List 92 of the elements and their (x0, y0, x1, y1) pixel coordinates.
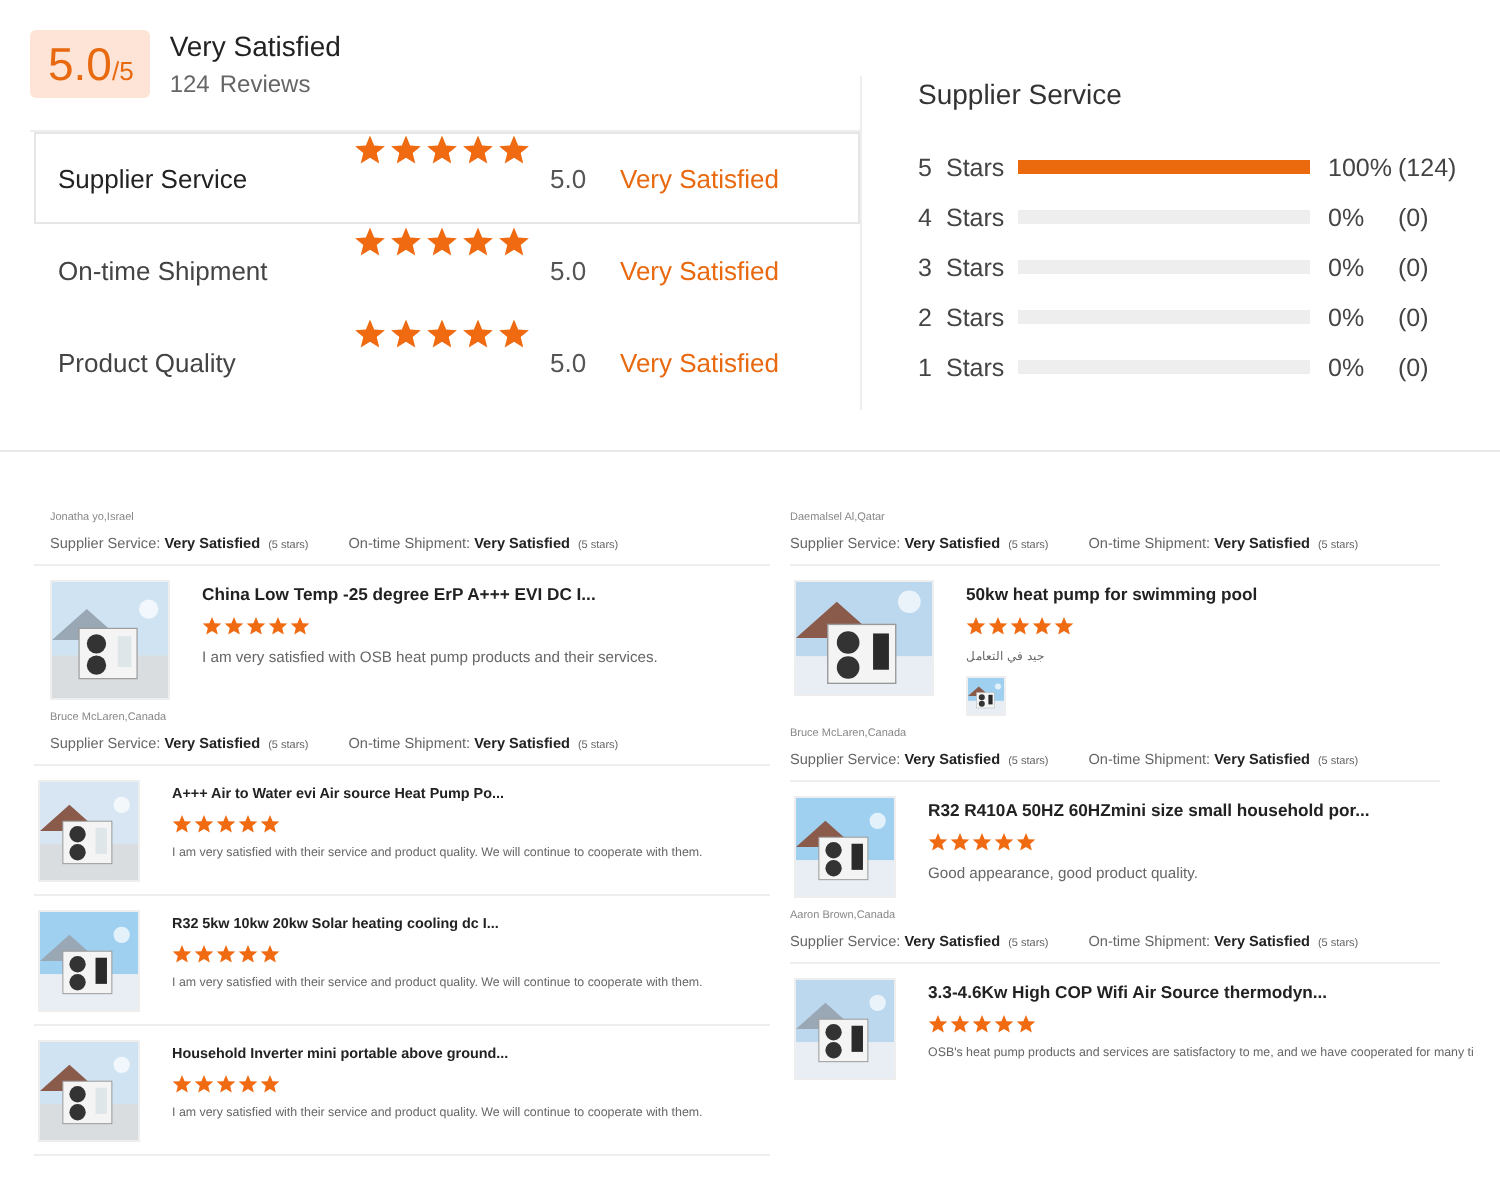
star-icon (216, 814, 236, 834)
star-icon (172, 814, 192, 834)
stars-label: Stars (946, 353, 1007, 381)
star-icon (498, 226, 530, 258)
star-icon (354, 226, 386, 258)
distribution-title: Supplier Service (918, 78, 1124, 110)
star-icon (172, 944, 192, 964)
product-title[interactable]: 3.3-4.6Kw High COP Wifi Air Source thermodyn... (928, 982, 1474, 1002)
count-value: (0) (1398, 203, 1429, 231)
product-title[interactable]: China Low Temp -25 degree ErP A+++ EVI DC I... (202, 584, 658, 604)
star-number: 2 (918, 303, 934, 331)
star-icon (390, 134, 422, 166)
star-icon (354, 318, 386, 350)
star-icon (260, 814, 280, 834)
star-icon (498, 318, 530, 350)
rating-score: 5.0 (550, 163, 589, 193)
star-icon (498, 134, 530, 166)
rating-verdict: Very Satisfied (620, 347, 779, 377)
star-icon (462, 226, 494, 258)
product-title[interactable]: R32 R410A 50HZ 60HZmini size small household por... (928, 800, 1370, 820)
review-count: 124 (169, 70, 210, 98)
rating-verdict: Very Satisfied (620, 255, 779, 285)
star-icon (290, 616, 310, 636)
star-icon (246, 616, 266, 636)
star-icon (950, 1014, 970, 1034)
reviews-label: Reviews (219, 70, 311, 98)
count-value: (0) (1398, 303, 1429, 331)
count-value: (124) (1398, 153, 1457, 181)
star-icon (194, 1074, 214, 1094)
rating-name: Product Quality (58, 347, 238, 377)
star-number: 5 (918, 153, 934, 181)
star-icon (426, 226, 458, 258)
star-icon (988, 616, 1008, 636)
rating-row[interactable]: Supplier Service 5.0 Very Satisfied (34, 132, 860, 224)
percent-value: 0% (1328, 253, 1367, 281)
star-icon (194, 814, 214, 834)
star-icon (966, 616, 986, 636)
stars-label: Stars (946, 203, 1007, 231)
rating-verdict: Very Satisfied (620, 163, 779, 193)
star-number: 4 (918, 203, 934, 231)
overall-verdict: Very Satisfied (169, 30, 341, 62)
percent-value: 0% (1328, 203, 1367, 231)
rating-name: On-time Shipment (58, 255, 270, 285)
stars-label: Stars (946, 303, 1007, 331)
star-icon (1054, 616, 1074, 636)
star-icon (928, 832, 948, 852)
star-icon (216, 1074, 236, 1094)
star-icon (260, 944, 280, 964)
score-scale: /5 (111, 56, 134, 86)
star-icon (1032, 616, 1052, 636)
star-icon (354, 134, 386, 166)
rating-row[interactable]: On-time Shipment 5.0 Very Satisfied (34, 224, 860, 316)
star-icon (426, 318, 458, 350)
count-value: (0) (1398, 353, 1429, 381)
star-icon (260, 1074, 280, 1094)
star-icon (1016, 832, 1036, 852)
star-icon (1016, 1014, 1036, 1034)
rating-score: 5.0 (550, 347, 589, 377)
star-icon (268, 616, 288, 636)
stars-label: Stars (946, 253, 1007, 281)
star-icon (994, 1014, 1014, 1034)
star-icon (390, 226, 422, 258)
stars-label: Stars (946, 153, 1007, 181)
star-icon (972, 832, 992, 852)
star-number: 1 (918, 353, 934, 381)
star-number: 3 (918, 253, 934, 281)
star-icon (194, 944, 214, 964)
star-icon (950, 832, 970, 852)
star-icon (972, 1014, 992, 1034)
star-icon (928, 1014, 948, 1034)
star-icon (426, 134, 458, 166)
star-icon (1010, 616, 1030, 636)
percent-value: 0% (1328, 303, 1367, 331)
percent-value: 100% (1328, 153, 1394, 181)
star-icon (238, 814, 258, 834)
star-icon (216, 944, 236, 964)
star-icon (224, 616, 244, 636)
star-icon (390, 318, 422, 350)
product-title[interactable]: 50kw heat pump for swimming pool (966, 584, 1258, 604)
star-icon (238, 944, 258, 964)
rating-row[interactable]: Product Quality 5.0 Very Satisfied (34, 316, 860, 408)
star-icon (462, 318, 494, 350)
star-icon (994, 832, 1014, 852)
star-icon (462, 134, 494, 166)
count-value: (0) (1398, 253, 1429, 281)
star-icon (202, 616, 222, 636)
star-icon (238, 1074, 258, 1094)
overall-score: 5.0 (48, 38, 112, 92)
percent-value: 0% (1328, 353, 1367, 381)
star-icon (172, 1074, 192, 1094)
rating-score: 5.0 (550, 255, 589, 285)
rating-name: Supplier Service (58, 163, 250, 193)
